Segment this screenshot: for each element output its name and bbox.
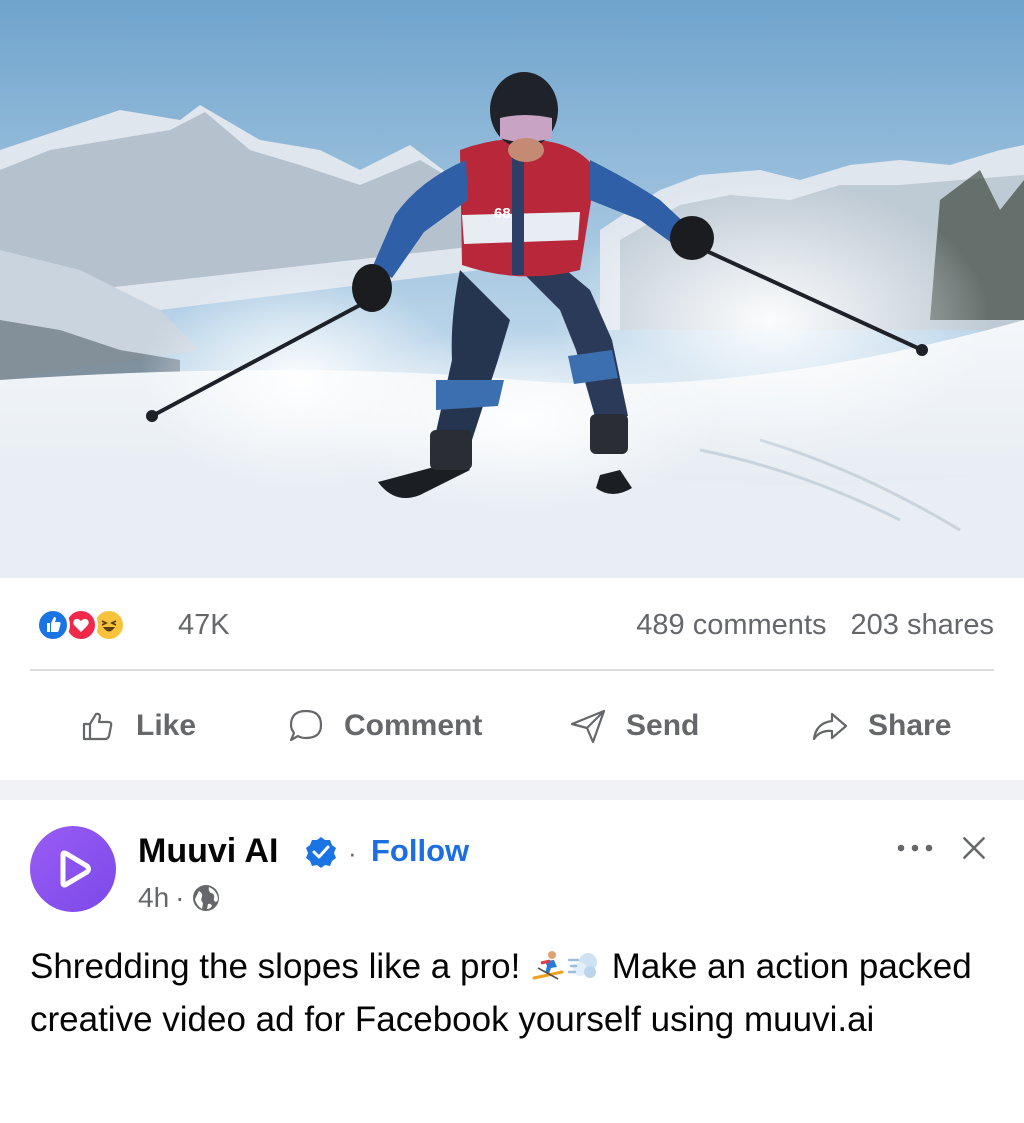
author-name[interactable]: Muuvi AI [138, 830, 278, 872]
post-action-bar: Like Comment Send Share [0, 672, 1024, 780]
comment-label: Comment [344, 709, 483, 742]
follow-button[interactable]: Follow [371, 830, 469, 872]
post-time[interactable]: 4h [138, 880, 169, 916]
comments-count[interactable]: 489 comments [636, 608, 826, 642]
name-separator: · [348, 838, 357, 868]
thumbs-up-icon [82, 712, 113, 741]
play-logo-icon [60, 850, 91, 888]
speech-bubble-icon [289, 709, 323, 742]
post-image[interactable]: 68 [0, 0, 1024, 578]
divider [30, 669, 994, 671]
send-label: Send [626, 709, 700, 742]
like-label: Like [136, 709, 197, 742]
post-stats: 47K 489 comments 203 shares [0, 578, 1024, 672]
send-button[interactable]: Send [568, 672, 699, 780]
close-icon [963, 837, 985, 859]
reaction-count[interactable]: 47K [178, 608, 230, 642]
shares-count[interactable]: 203 shares [851, 608, 995, 642]
globe-icon [193, 885, 220, 911]
dash-emoji-icon [567, 953, 598, 978]
bib-number: 68 [494, 205, 511, 222]
skier-emoji-icon [532, 951, 564, 980]
verified-badge-icon [306, 837, 336, 868]
next-post: Muuvi AI · Follow 4h · Shredding the slo… [0, 800, 1024, 1123]
feed-separator [0, 780, 1024, 800]
share-label: Share [868, 709, 952, 742]
share-arrow-icon [812, 712, 848, 741]
hide-post-button[interactable] [954, 828, 994, 868]
reaction-summary[interactable] [36, 608, 126, 642]
post-caption: Shredding the slopes like a pro! Make an… [30, 940, 990, 1046]
time-separator: · [175, 882, 185, 913]
share-button[interactable]: Share [810, 672, 951, 780]
comment-button[interactable]: Comment [286, 672, 482, 780]
avatar[interactable] [30, 826, 116, 912]
like-button[interactable]: Like [78, 672, 196, 780]
caption-text-start: Shredding the slopes like a pro! [30, 947, 531, 986]
like-reaction-icon [36, 608, 70, 642]
more-options-button[interactable] [894, 830, 936, 866]
post-meta: 4h · [138, 880, 222, 916]
skier-illustration: 68 [0, 0, 1024, 578]
paper-plane-icon [570, 709, 606, 744]
ellipsis-icon [897, 844, 933, 852]
